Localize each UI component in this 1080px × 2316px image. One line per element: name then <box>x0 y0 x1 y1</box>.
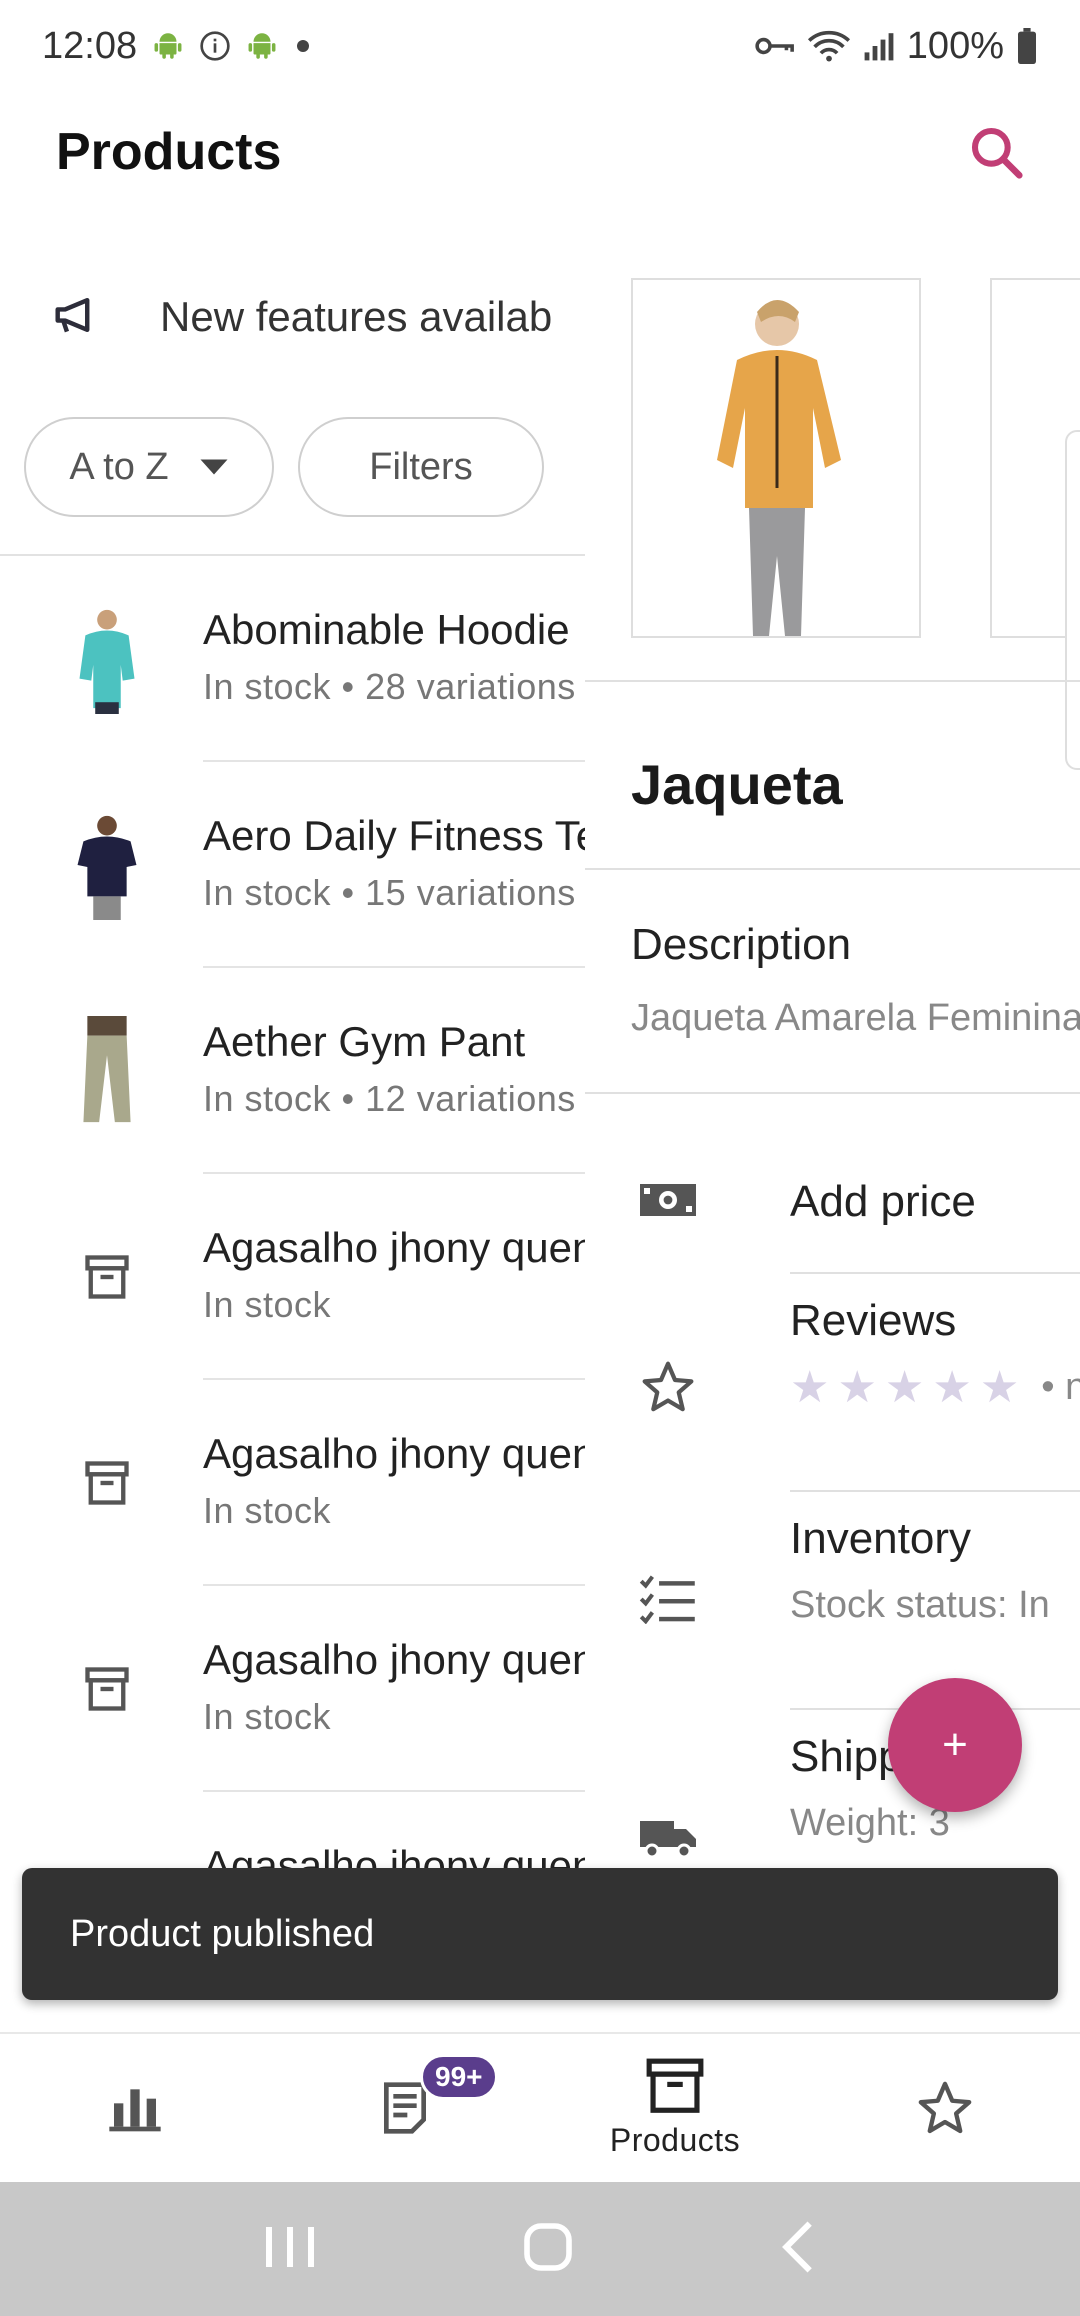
wifi-icon <box>807 28 851 64</box>
archive-icon <box>62 1634 152 1744</box>
app-bar: Products <box>0 92 1080 212</box>
snackbar: Product published <box>22 1868 1058 2000</box>
home-icon <box>524 2222 572 2271</box>
sort-dropdown[interactable]: A to Z <box>24 417 274 517</box>
product-title[interactable]: Jaqueta <box>631 752 843 817</box>
orders-badge: 99+ <box>420 2054 498 2100</box>
nav-dashboard[interactable] <box>0 2034 270 2182</box>
android-icon <box>151 29 185 63</box>
recents-icon <box>266 2226 314 2267</box>
product-row[interactable]: Aero Daily Fitness Tee In stock • 15 var… <box>0 762 585 968</box>
back-button[interactable] <box>776 2219 820 2280</box>
star-icon <box>918 2081 972 2134</box>
product-name: Abominable Hoodie <box>203 606 570 653</box>
divider <box>585 680 1080 682</box>
product-thumbnail <box>62 604 152 714</box>
inventory-label: Inventory <box>790 1514 971 1563</box>
status-time: 12:08 <box>42 24 138 67</box>
rating-stars: ★ ★ ★ ★ ★ • n <box>790 1362 1080 1413</box>
search-icon <box>971 127 1023 179</box>
status-bar: 12:08 100% <box>0 0 1080 92</box>
android-icon <box>245 29 279 63</box>
divider <box>585 868 1080 870</box>
system-navigation-bar <box>0 2182 1080 2316</box>
megaphone-icon <box>54 295 102 340</box>
product-thumbnail <box>62 810 152 920</box>
nav-products-label: Products <box>609 2121 741 2158</box>
reviews-row[interactable]: Reviews ★ ★ ★ ★ ★ • n <box>585 1274 1080 1492</box>
back-icon <box>782 2221 812 2272</box>
add-fab-button[interactable]: + <box>888 1678 1022 1812</box>
star-outline-icon <box>633 1352 703 1422</box>
recent-apps-button[interactable] <box>260 2222 320 2277</box>
description-label[interactable]: Description <box>631 920 851 970</box>
product-name: Aether Gym Pant <box>203 1018 526 1065</box>
product-thumbnail <box>62 1016 152 1126</box>
snackbar-message: Product published <box>70 1912 375 1955</box>
product-meta: In stock • 12 variations <box>203 1078 576 1119</box>
star-icon: ★ <box>932 1363 972 1412</box>
chart-icon <box>109 2089 161 2132</box>
product-meta: In stock • 28 variations <box>203 666 576 707</box>
product-name: Agasalho jhony quente <box>203 1224 585 1271</box>
bottom-navigation: 99+ Products <box>0 2032 1080 2182</box>
inventory-value: Stock status: In <box>790 1584 1050 1626</box>
add-price-label: Add price <box>790 1177 976 1226</box>
price-row[interactable]: Add price <box>585 1112 1080 1282</box>
checklist-icon <box>633 1564 703 1634</box>
star-icon: ★ <box>790 1363 830 1412</box>
product-name: Agasalho jhony quente <box>203 1430 585 1477</box>
product-image[interactable] <box>631 278 921 638</box>
reviews-suffix: • n <box>1041 1366 1080 1408</box>
product-row[interactable]: Agasalho jhony quente In stock <box>0 1586 585 1792</box>
product-meta: In stock <box>203 1284 332 1325</box>
products-icon <box>646 2058 704 2113</box>
archive-icon <box>62 1222 152 1332</box>
product-meta: In stock • 15 variations <box>203 872 576 913</box>
add-image-card[interactable] <box>1065 430 1080 770</box>
product-list-panel: New features availab A to Z Filters Abom… <box>0 212 585 2032</box>
product-name: Aero Daily Fitness Tee <box>203 812 585 859</box>
nav-reviews[interactable] <box>810 2034 1080 2182</box>
shipping-value: Weight: 3 <box>790 1802 950 1844</box>
truck-icon <box>633 1802 703 1872</box>
dropdown-arrow-icon <box>200 459 228 475</box>
page-title: Products <box>56 123 282 181</box>
divider <box>585 1092 1080 1094</box>
archive-icon <box>62 1428 152 1538</box>
filters-label: Filters <box>369 445 473 488</box>
home-button[interactable] <box>520 2219 576 2280</box>
product-meta: In stock <box>203 1490 332 1531</box>
signal-icon <box>863 30 895 62</box>
battery-icon <box>1016 28 1038 64</box>
product-row[interactable]: Abominable Hoodie In stock • 28 variatio… <box>0 556 585 762</box>
filters-button[interactable]: Filters <box>298 417 544 517</box>
search-button[interactable] <box>956 112 1036 192</box>
product-name: Agasalho jhony quente <box>203 1636 585 1683</box>
star-icon: ★ <box>979 1363 1020 1412</box>
product-row[interactable]: Agasalho jhony quente In stock <box>0 1174 585 1380</box>
star-icon: ★ <box>884 1363 925 1412</box>
product-meta: In stock <box>203 1696 332 1737</box>
feature-announcement-banner[interactable]: New features availab <box>0 262 585 372</box>
nav-products[interactable]: Products <box>540 2034 810 2182</box>
sort-label: A to Z <box>69 445 169 488</box>
product-row[interactable]: Agasalho jhony quente In stock <box>0 1380 585 1586</box>
nav-orders[interactable]: 99+ <box>270 2034 540 2182</box>
reviews-label: Reviews <box>790 1296 957 1345</box>
vpn-key-icon <box>755 31 795 61</box>
info-icon <box>199 30 231 62</box>
dot-icon <box>293 36 313 56</box>
plus-icon: + <box>942 1720 968 1769</box>
money-icon <box>633 1165 703 1235</box>
description-value[interactable]: Jaqueta Amarela Feminina <box>631 997 1080 1040</box>
product-row[interactable]: Aether Gym Pant In stock • 12 variations <box>0 968 585 1174</box>
banner-text: New features availab <box>160 293 553 340</box>
battery-percent: 100% <box>906 24 1004 67</box>
star-icon: ★ <box>837 1363 877 1412</box>
inventory-row[interactable]: Inventory Stock status: In <box>585 1492 1080 1708</box>
